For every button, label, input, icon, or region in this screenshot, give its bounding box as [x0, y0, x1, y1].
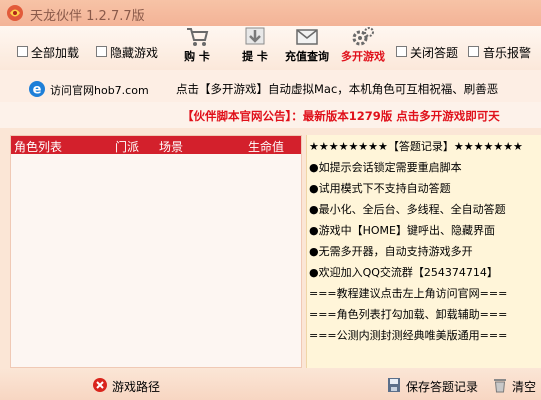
character-list-pane[interactable]: 角色列表 门派 场景 生命值 [10, 135, 302, 368]
all-load-label: 全部加载 [31, 46, 80, 60]
character-list-header: 角色列表 门派 场景 生命值 [11, 136, 301, 154]
answer-log-pane[interactable]: ★★★★★★★★【答题记录】★★★★★★★ ●如提示会话锁定需要重启脚本 ●试用… [306, 135, 541, 368]
game-path-label[interactable]: 游戏路径 [112, 378, 160, 395]
window-title: 天龙伙伴 1.2.7.7版 [30, 9, 145, 24]
cart-icon [187, 28, 209, 46]
bottom-bar: 游戏路径 保存答题记录 清空 [0, 368, 541, 400]
game-path-button[interactable] [92, 377, 108, 393]
notice-row: 【伙伴脚本官网公告】：最新版本1279版 点击多开游戏即可天 [0, 102, 541, 128]
log-line: ●游戏中【HOME】键呼出、隐藏界面 [309, 224, 495, 237]
info-row: e 访问官网hob7.com 点击【多开游戏】自动虚拟Mac，本机角色可互相祝福… [0, 70, 541, 102]
buy-card-button[interactable]: 购 卡 [174, 26, 220, 68]
buy-card-label: 购 卡 [184, 50, 210, 63]
column-hp[interactable]: 生命值 [248, 138, 284, 155]
trash-icon[interactable] [493, 377, 507, 393]
save-icon[interactable] [387, 377, 401, 393]
download-arrow-icon [245, 27, 265, 45]
music-alert-checkbox[interactable] [468, 46, 479, 57]
column-scene[interactable]: 场景 [159, 138, 183, 155]
title-bar[interactable]: 天龙伙伴 1.2.7.7版 [0, 0, 541, 26]
music-alert-label: 音乐报警 [483, 46, 532, 60]
envelope-icon [296, 29, 318, 45]
log-line: ●欢迎加入QQ交流群【254374714】 [309, 266, 498, 279]
column-sect[interactable]: 门派 [115, 138, 139, 155]
close-answer-checkbox[interactable] [396, 46, 407, 57]
multi-game-button[interactable]: 多开游戏 [340, 26, 386, 68]
redeem-card-label: 提 卡 [242, 50, 268, 63]
toolbar: 全部加载 隐藏游戏 购 卡 提 卡 充值查询 多开游戏 关闭答题 音乐报警 [0, 26, 541, 70]
redeem-card-button[interactable]: 提 卡 [232, 26, 278, 68]
log-line: ●无需多开器，自动支持游戏多开 [309, 245, 473, 258]
all-load-checkbox[interactable] [17, 46, 28, 57]
hide-game-label: 隐藏游戏 [110, 46, 159, 60]
column-character[interactable]: 角色列表 [14, 138, 62, 155]
gears-icon [352, 27, 374, 46]
announcement-text: 【伙伴脚本官网公告】：最新版本1279版 点击多开游戏即可天 [182, 109, 500, 123]
log-line: ===教程建议点击左上角访问官网=== [309, 287, 508, 300]
close-circle-icon [93, 378, 107, 392]
ie-browser-icon: e [28, 80, 46, 98]
tip-text: 点击【多开游戏】自动虚拟Mac，本机角色可互相祝福、刷善恶 [176, 82, 499, 96]
log-line: ★★★★★★★★【答题记录】★★★★★★★ [309, 140, 523, 153]
svg-text:e: e [33, 83, 42, 98]
log-line: ●试用模式下不支持自动答题 [309, 182, 451, 195]
clear-button[interactable]: 清空 [512, 378, 536, 395]
close-answer-label: 关闭答题 [410, 46, 459, 60]
visit-site-link[interactable]: 访问官网hob7.com [50, 82, 149, 98]
log-line: ===角色列表打勾加载、卸载辅助=== [309, 308, 508, 321]
recharge-query-label: 充值查询 [285, 50, 329, 63]
log-line: ===公测内测封测经典唯美版通用=== [309, 329, 508, 342]
recharge-query-button[interactable]: 充值查询 [284, 26, 330, 68]
app-logo-icon [6, 4, 24, 22]
hide-game-checkbox[interactable] [96, 46, 107, 57]
save-log-button[interactable]: 保存答题记录 [406, 378, 478, 395]
multi-game-label: 多开游戏 [341, 50, 385, 63]
log-line: ●最小化、全后台、多线程、全自动答题 [309, 203, 506, 216]
log-line: ●如提示会话锁定需要重启脚本 [309, 161, 462, 174]
